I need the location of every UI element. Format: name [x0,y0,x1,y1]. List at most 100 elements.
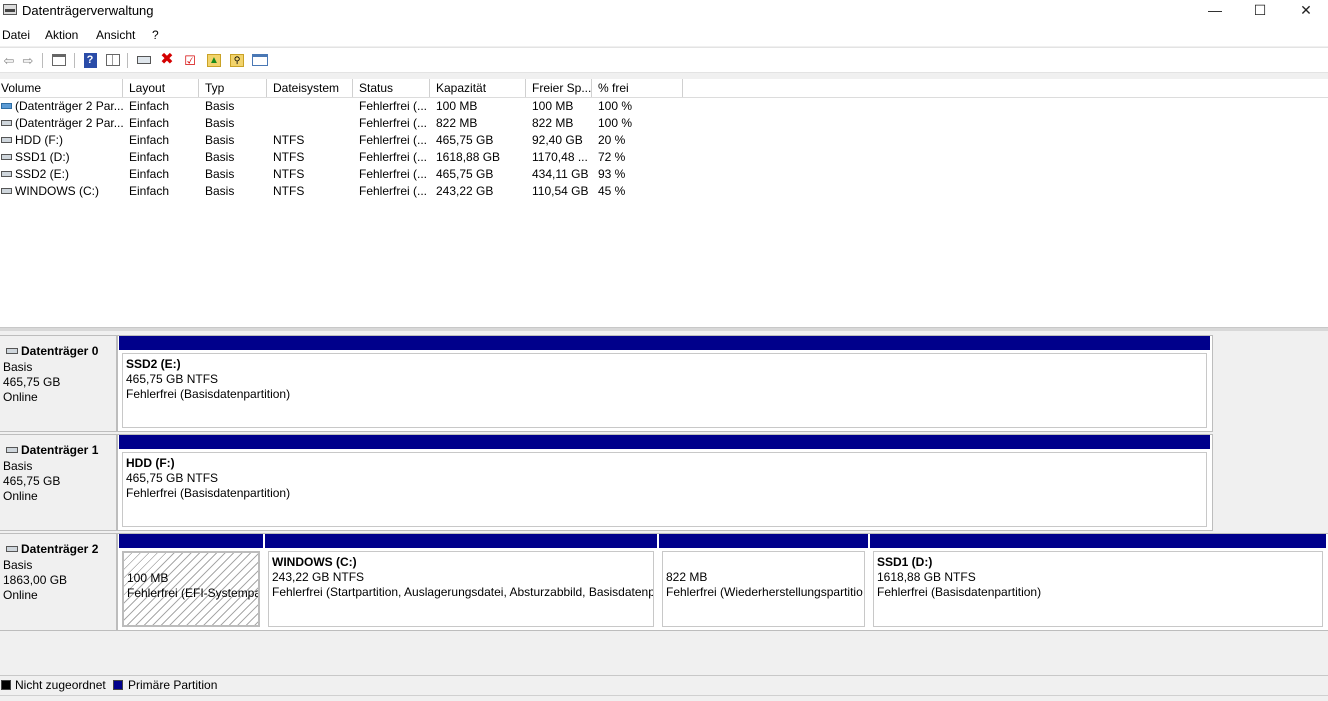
folder-up-icon[interactable]: ▲ [205,51,223,69]
cell-volume: WINDOWS (C:) [0,183,123,200]
primary-partition-bar [265,534,657,548]
delete-icon[interactable]: ✖ [158,51,176,69]
partition-windows[interactable]: WINDOWS (C:) 243,22 GB NTFS Fehlerfrei (… [265,534,657,630]
menu-datei[interactable]: Datei [2,28,30,42]
column-dateisystem[interactable]: Dateisystem [267,79,353,97]
check-icon[interactable]: ☑ [181,51,199,69]
partition-title: HDD (F:) [126,456,175,470]
properties-icon[interactable] [104,51,122,69]
table-row[interactable]: (Datenträger 2 Par... Einfach Basis Fehl… [0,115,1328,132]
table-row[interactable]: (Datenträger 2 Par... Einfach Basis Fehl… [0,98,1328,115]
close-button[interactable]: ✕ [1283,0,1328,22]
table-row[interactable]: WINDOWS (C:) Einfach Basis NTFS Fehlerfr… [0,183,1328,200]
search-folder-icon[interactable]: ⚲ [228,51,246,69]
primary-partition-bar [119,336,1210,350]
column-volume[interactable]: Volume [0,79,123,97]
cell-kapazitaet: 1618,88 GB [436,150,501,164]
partition-size: 465,75 GB NTFS [126,471,219,485]
partition-body: WINDOWS (C:) 243,22 GB NTFS Fehlerfrei (… [268,551,654,627]
cell-typ: Basis [205,150,235,164]
disk-management-app-icon [3,4,17,15]
help-icon[interactable]: ? [81,51,99,69]
disk-icon [6,447,18,453]
cell-layout: Einfach [129,184,170,198]
legend-swatch-unallocated [1,680,11,690]
cell-kapazitaet: 822 MB [436,116,478,130]
partition-ssd1[interactable]: SSD1 (D:) 1618,88 GB NTFS Fehlerfrei (Ba… [870,534,1326,630]
forward-arrow-icon[interactable]: ⇨ [19,51,37,69]
window-icon[interactable] [251,51,269,69]
partition-size: 822 MB [666,570,708,584]
minimize-button[interactable]: — [1192,0,1238,22]
cell-dateisystem: NTFS [273,184,305,198]
cell-layout: Einfach [129,150,170,164]
cell-status: Fehlerfrei (... [359,99,428,113]
cell-status: Fehlerfrei (... [359,184,428,198]
table-row[interactable]: SSD2 (E:) Einfach Basis NTFS Fehlerfrei … [0,166,1328,183]
cell-volume: SSD2 (E:) [0,166,123,183]
disk-icon [6,348,18,354]
window-title: Datenträgerverwaltung [22,3,154,18]
menu-help[interactable]: ? [152,28,159,42]
disk-1-partitions: HDD (F:) 465,75 GB NTFS Fehlerfrei (Basi… [117,434,1213,531]
disk-1-label[interactable]: Datenträger 1 Basis 465,75 GB Online [0,434,117,531]
cell-typ: Basis [205,167,235,181]
cell-dateisystem [267,115,353,132]
toolbar-separator [42,53,43,68]
partition-hdd[interactable]: HDD (F:) 465,75 GB NTFS Fehlerfrei (Basi… [119,435,1210,530]
volume-icon [1,187,12,194]
disk-state: Online [3,588,38,602]
partition-ssd2[interactable]: SSD2 (E:) 465,75 GB NTFS Fehlerfrei (Bas… [119,336,1210,431]
disk-2-partitions: 100 MB Fehlerfrei (EFI-Systempar WINDOWS… [117,533,1328,631]
volume-icon [1,102,12,109]
cell-prozent-frei: 100 % [598,99,633,113]
partition-recovery[interactable]: 822 MB Fehlerfrei (Wiederherstellungspar… [659,534,868,630]
column-kapazitaet[interactable]: Kapazität [430,79,526,97]
connect-icon[interactable] [135,51,153,69]
disk-size: 465,75 GB [3,375,61,389]
primary-partition-bar [659,534,868,548]
partition-status: Fehlerfrei (Startpartition, Auslagerungs… [272,585,654,599]
table-row[interactable]: SSD1 (D:) Einfach Basis NTFS Fehlerfrei … [0,149,1328,166]
menu-aktion[interactable]: Aktion [45,28,78,42]
cell-kapazitaet: 100 MB [436,99,478,113]
volume-name: WINDOWS (C:) [15,184,99,198]
column-freier-speicher[interactable]: Freier Sp... [526,79,592,97]
disk-2-label[interactable]: Datenträger 2 Basis 1863,00 GB Online [0,533,117,631]
cell-prozent-frei: 72 % [598,150,626,164]
menu-ansicht[interactable]: Ansicht [96,28,135,42]
column-typ[interactable]: Typ [199,79,267,97]
cell-volume: HDD (F:) [0,132,123,149]
cell-freier-speicher: 434,11 GB [532,167,589,181]
volume-icon [1,136,12,143]
partition-efi[interactable]: 100 MB Fehlerfrei (EFI-Systempar [119,534,263,630]
disk-size: 465,75 GB [3,474,61,488]
status-bar [0,695,1328,701]
maximize-button[interactable]: ☐ [1237,0,1283,22]
cell-layout: Einfach [129,99,170,113]
primary-partition-bar [119,534,263,548]
column-prozent-frei[interactable]: % frei [592,79,683,97]
cell-kapazitaet: 465,75 GB [436,133,494,147]
volume-name: SSD2 (E:) [15,167,70,181]
cell-volume: (Datenträger 2 Par... [0,98,123,115]
table-row[interactable]: HDD (F:) Einfach Basis NTFS Fehlerfrei (… [0,132,1328,149]
column-status[interactable]: Status [353,79,430,97]
partition-size: 100 MB [127,571,169,585]
cell-typ: Basis [205,99,235,113]
column-layout[interactable]: Layout [123,79,199,97]
volume-icon [1,153,12,160]
cell-typ: Basis [205,116,235,130]
volume-list: Volume Layout Typ Dateisystem Status Kap… [0,79,1328,327]
cell-prozent-frei: 93 % [598,167,626,181]
partition-title [666,555,864,570]
legend: Nicht zugeordnet Primäre Partition [0,675,1328,695]
cell-dateisystem [267,98,353,115]
back-arrow-icon[interactable]: ⇦ [0,51,18,69]
disk-0-label[interactable]: Datenträger 0 Basis 465,75 GB Online [0,335,117,432]
console-tree-icon[interactable] [50,51,68,69]
disk-state: Online [3,390,38,404]
cell-freier-speicher: 100 MB [532,99,574,113]
cell-layout: Einfach [129,167,170,181]
disk-state: Online [3,489,38,503]
